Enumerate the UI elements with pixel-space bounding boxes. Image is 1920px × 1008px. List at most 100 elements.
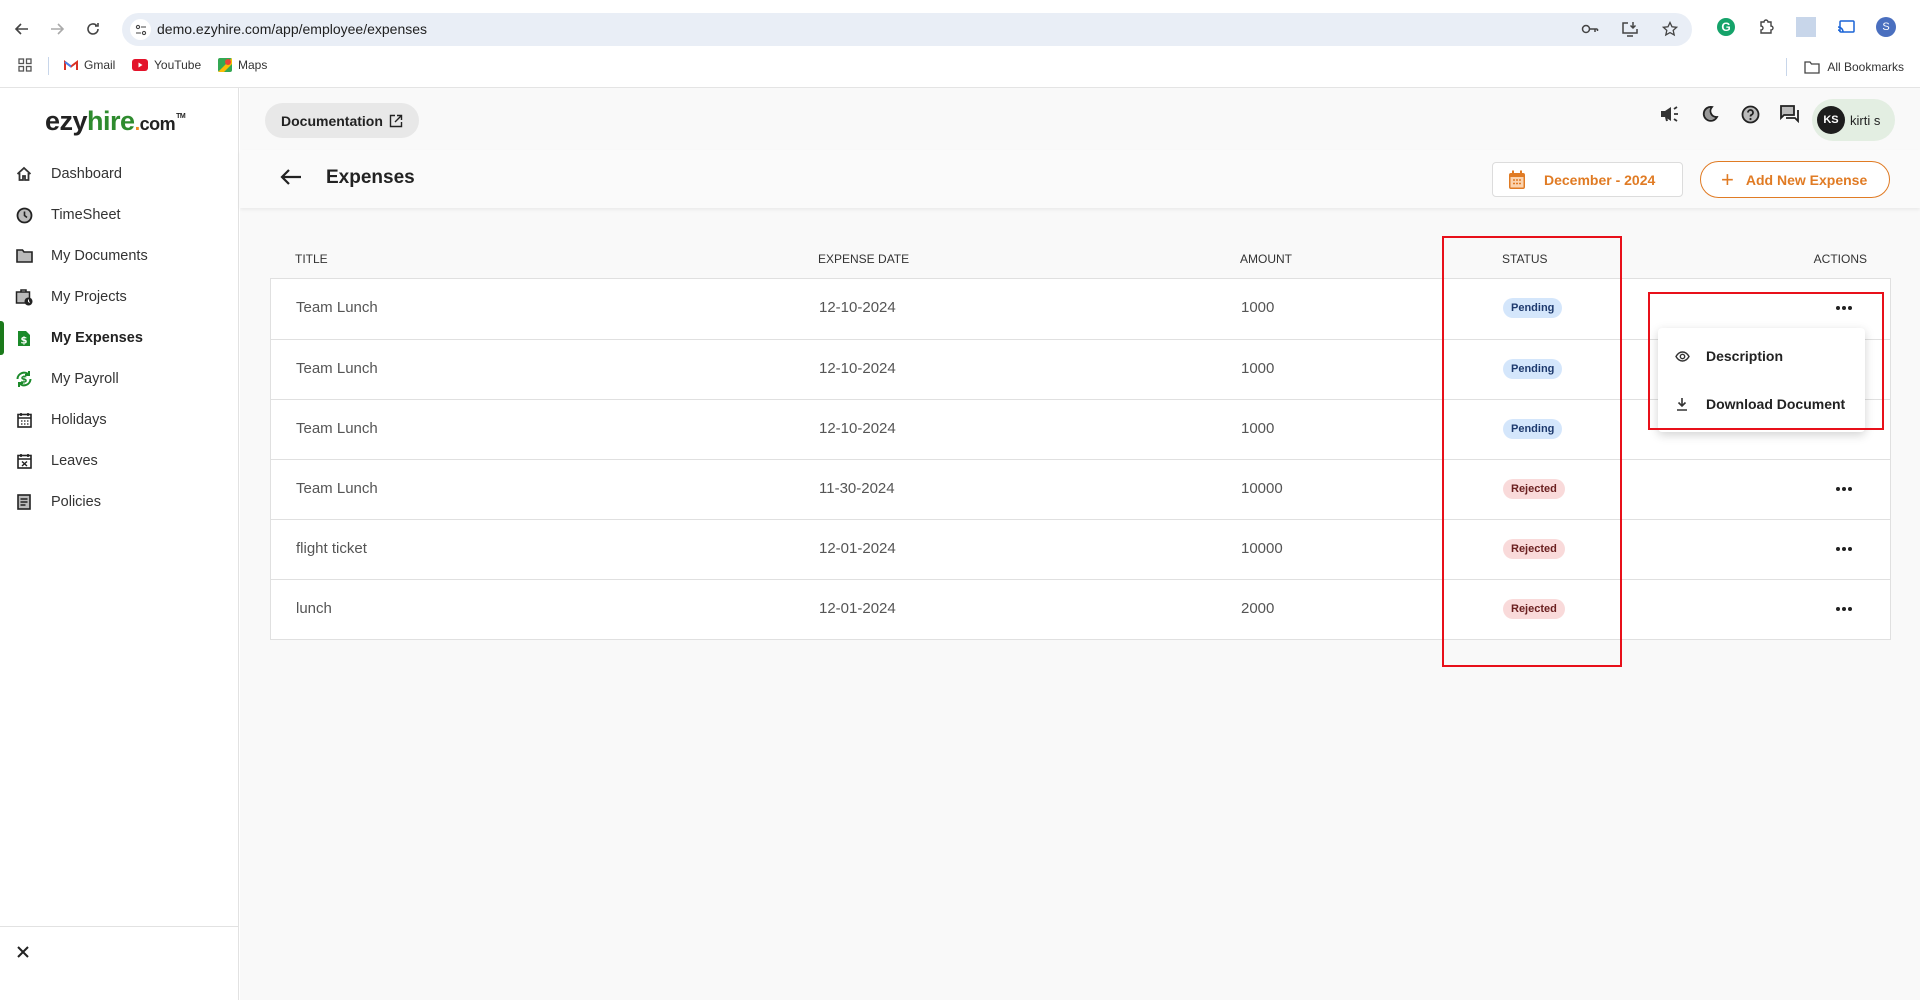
cell-amount: 1000 <box>1241 420 1275 437</box>
bookmark-star-icon[interactable] <box>1660 19 1680 39</box>
sidebar-footer <box>0 926 238 1000</box>
sidebar-item-holidays[interactable]: Holidays <box>0 403 238 437</box>
extensions-puzzle-icon[interactable] <box>1756 17 1776 37</box>
bookmark-gmail[interactable]: Gmail <box>64 58 115 72</box>
address-bar[interactable]: demo.ezyhire.com/app/employee/expenses <box>122 13 1692 46</box>
browser-chrome: demo.ezyhire.com/app/employee/expenses G… <box>0 0 1920 88</box>
reload-icon[interactable] <box>81 17 105 41</box>
forward-icon[interactable] <box>45 17 69 41</box>
url-text[interactable]: demo.ezyhire.com/app/employee/expenses <box>157 21 427 37</box>
profile-avatar[interactable]: S <box>1876 17 1896 37</box>
cell-expense-date: 11-30-2024 <box>819 480 895 497</box>
apps-grid-icon[interactable] <box>18 58 32 72</box>
user-menu[interactable]: KS kirti s <box>1812 99 1895 141</box>
back-icon[interactable] <box>10 17 34 41</box>
briefcase-clock-icon <box>15 288 33 306</box>
menu-item-download-document[interactable]: Download Document <box>1658 380 1865 428</box>
active-indicator <box>0 321 4 355</box>
column-header-actions: ACTIONS <box>1813 252 1867 266</box>
page-title: Expenses <box>326 167 415 188</box>
cast-icon[interactable] <box>1836 17 1856 37</box>
calendar-icon <box>1509 170 1525 189</box>
cell-expense-date: 12-01-2024 <box>819 600 896 617</box>
bookmarks-bar: Gmail YouTube Maps All Bookmarks <box>0 55 1920 79</box>
youtube-icon <box>132 59 148 71</box>
sidebar-item-leaves[interactable]: Leaves <box>0 444 238 478</box>
cell-title: Team Lunch <box>296 360 378 377</box>
sidebar-item-my-expenses[interactable]: $ My Expenses <box>0 321 238 355</box>
status-badge: Pending <box>1503 298 1563 318</box>
expenses-table: TITLE EXPENSE DATE AMOUNT STATUS ACTIONS… <box>270 240 1891 640</box>
cell-title: flight ticket <box>296 540 367 557</box>
menu-item-description[interactable]: Description <box>1658 332 1865 380</box>
cell-title: Team Lunch <box>296 480 378 497</box>
row-actions-more-icon[interactable] <box>1833 540 1855 558</box>
add-new-expense-button[interactable]: + Add New Expense <box>1700 161 1890 198</box>
clock-icon <box>15 206 33 224</box>
document-list-icon <box>15 493 33 511</box>
avatar: KS <box>1817 106 1845 134</box>
main-content: Documentation KS kirti s Expenses Decemb… <box>240 88 1920 1000</box>
cell-amount: 10000 <box>1241 480 1283 497</box>
grammarly-extension-icon[interactable]: G <box>1716 17 1736 37</box>
table-body: Team Lunch 12-10-2024 1000 Pending Team Lunc… <box>270 278 1891 640</box>
documentation-button[interactable]: Documentation <box>265 103 419 138</box>
home-icon <box>15 165 33 183</box>
chat-messages-icon[interactable] <box>1780 104 1800 124</box>
sidebar-item-my-documents[interactable]: My Documents <box>0 239 238 273</box>
row-actions-more-icon[interactable] <box>1833 299 1855 317</box>
status-badge: Pending <box>1503 419 1563 439</box>
bookmark-maps[interactable]: Maps <box>218 58 267 72</box>
table-row: Team Lunch 11-30-2024 10000 Rejected <box>271 459 1890 519</box>
calendar-x-icon <box>15 452 33 470</box>
cell-amount: 10000 <box>1241 540 1283 557</box>
cell-expense-date: 12-01-2024 <box>819 540 896 557</box>
sidebar-item-policies[interactable]: Policies <box>0 485 238 519</box>
column-header-amount[interactable]: AMOUNT <box>1240 252 1292 266</box>
bookmarks-divider <box>48 57 49 75</box>
status-badge: Pending <box>1503 359 1563 379</box>
calendar-icon <box>15 411 33 429</box>
all-bookmarks-button[interactable]: All Bookmarks <box>1786 58 1904 76</box>
cell-amount: 1000 <box>1241 299 1275 316</box>
status-badge: Rejected <box>1503 479 1565 499</box>
status-badge: Rejected <box>1503 599 1565 619</box>
announcement-megaphone-icon[interactable] <box>1660 104 1680 124</box>
collapse-sidebar-close-icon[interactable] <box>16 945 36 965</box>
back-arrow-icon[interactable] <box>280 168 304 192</box>
cell-title: Team Lunch <box>296 299 378 316</box>
ezyhire-logo[interactable]: ezy hire. com TM <box>45 106 186 137</box>
cell-expense-date: 12-10-2024 <box>819 360 896 377</box>
dollar-file-icon: $ <box>15 329 33 347</box>
sidebar-item-my-payroll[interactable]: $ My Payroll <box>0 362 238 396</box>
install-app-icon[interactable] <box>1620 19 1640 39</box>
cell-expense-date: 12-10-2024 <box>819 420 896 437</box>
column-header-title[interactable]: TITLE <box>295 252 328 266</box>
plus-icon: + <box>1721 166 1734 192</box>
actions-dropdown-menu: Description Download Document <box>1658 328 1865 432</box>
sidebar-item-dashboard[interactable]: Dashboard <box>0 157 238 191</box>
svg-text:$: $ <box>21 375 28 386</box>
row-actions-more-icon[interactable] <box>1833 480 1855 498</box>
gmail-icon <box>64 59 78 70</box>
dark-mode-moon-icon[interactable] <box>1700 104 1720 124</box>
page-header: Expenses December - 2024 + Add New Expen… <box>240 150 1920 208</box>
download-icon <box>1674 396 1690 412</box>
browser-menu-icon[interactable] <box>1916 17 1920 37</box>
eye-icon <box>1674 348 1690 364</box>
row-actions-more-icon[interactable] <box>1833 600 1855 618</box>
folder-icon <box>15 247 33 265</box>
folder-icon <box>1804 60 1820 74</box>
bookmark-youtube[interactable]: YouTube <box>132 58 201 72</box>
sidebar-item-my-projects[interactable]: My Projects <box>0 280 238 314</box>
month-filter-button[interactable]: December - 2024 <box>1492 162 1683 197</box>
table-row: Team Lunch 12-10-2024 1000 Pending <box>271 279 1890 339</box>
sidebar-item-timesheet[interactable]: TimeSheet <box>0 198 238 232</box>
column-header-status[interactable]: STATUS <box>1502 252 1548 266</box>
cell-title: Team Lunch <box>296 420 378 437</box>
column-header-expense-date[interactable]: EXPENSE DATE <box>818 252 909 266</box>
site-settings-icon[interactable] <box>130 19 151 40</box>
password-key-icon[interactable] <box>1580 19 1600 39</box>
external-link-icon <box>389 114 403 127</box>
help-question-icon[interactable] <box>1740 104 1760 124</box>
